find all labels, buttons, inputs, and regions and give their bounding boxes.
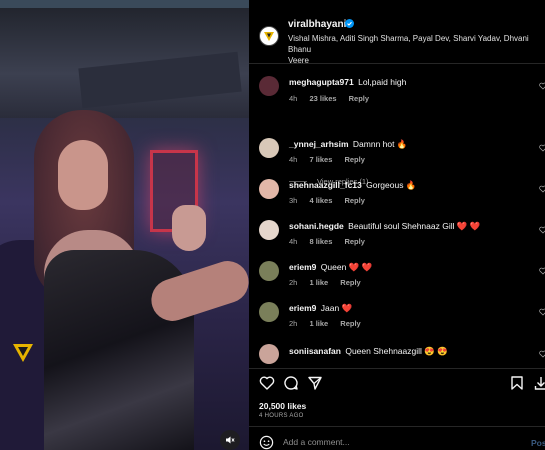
comment-text: Queen ❤️ ❤️	[320, 262, 373, 272]
post-actions: 20,500 likes 4 HOURS AGO	[249, 368, 545, 419]
comment-likes[interactable]: 1 like	[309, 278, 328, 287]
comment-item: _ynnej_arhsim Damnn hot 🔥 4h 7 likes Rep…	[249, 136, 545, 176]
comment-body: sohani.hegde Beautiful soul Shehnaaz Gil…	[289, 221, 480, 232]
share-icon[interactable]	[307, 375, 323, 391]
reply-button[interactable]: Reply	[344, 155, 364, 164]
comment-input[interactable]	[283, 437, 513, 447]
comment-item: eriem9 Jaan ❤️ 2h 1 like Reply	[249, 300, 545, 340]
comment-username[interactable]: meghagupta971	[289, 77, 354, 87]
reply-button[interactable]: Reply	[340, 319, 360, 328]
add-comment-bar: Pos	[249, 426, 545, 450]
mute-icon	[226, 436, 235, 444]
comment-body: shehnaazgill_fc13 Gorgeous 🔥	[289, 180, 416, 191]
comment-time: 4h	[289, 237, 298, 246]
comment-likes[interactable]: 1 like	[309, 319, 328, 328]
comment-text: Beautiful soul Shehnaaz Gill ❤️ ❤️	[348, 221, 481, 231]
comment-avatar[interactable]	[259, 138, 279, 158]
comment-avatar[interactable]	[259, 179, 279, 199]
comment-like-heart-icon[interactable]	[539, 350, 545, 358]
comment-body: eriem9 Jaan ❤️	[289, 303, 352, 314]
comment-meta: 4h 8 likes Reply	[289, 237, 375, 246]
comment-meta: 4h 7 likes Reply	[289, 155, 375, 164]
author-username[interactable]: viralbhayani	[288, 19, 346, 30]
watermark-logo	[13, 344, 33, 362]
comment-meta: 4h 23 likes Reply	[289, 94, 379, 103]
emoji-icon[interactable]	[259, 435, 274, 450]
heart-icon[interactable]	[259, 375, 275, 391]
post-timestamp: 4 HOURS AGO	[259, 413, 304, 419]
comment-avatar[interactable]	[259, 261, 279, 281]
author-avatar[interactable]	[259, 26, 279, 46]
comments-list[interactable]: meghagupta971 Lol,paid high 4h 23 likes …	[249, 64, 545, 368]
comment-like-heart-icon[interactable]	[539, 308, 545, 316]
comment-item: shehnaazgill_fc13 Gorgeous 🔥 3h 4 likes …	[249, 177, 545, 217]
comment-body: eriem9 Queen ❤️ ❤️	[289, 262, 372, 273]
comment-likes[interactable]: 7 likes	[309, 155, 332, 164]
comment-like-heart-icon[interactable]	[539, 226, 545, 234]
comment-avatar[interactable]	[259, 220, 279, 240]
comment-meta: 3h 4 likes Reply	[289, 196, 375, 205]
comment-like-heart-icon[interactable]	[539, 144, 545, 152]
comment-avatar[interactable]	[259, 344, 279, 364]
comment-username[interactable]: shehnaazgill_fc13	[289, 180, 362, 190]
comment-time: 3h	[289, 196, 298, 205]
author-logo-icon	[264, 32, 274, 41]
likes-count[interactable]: 20,500 likes	[259, 401, 306, 411]
comment-time: 4h	[289, 155, 298, 164]
video-top-strip	[0, 0, 249, 8]
post-comment-button[interactable]: Pos	[531, 438, 545, 448]
comment-username[interactable]: sohani.hegde	[289, 221, 344, 231]
comment-likes[interactable]: 4 likes	[309, 196, 332, 205]
comment-item: eriem9 Queen ❤️ ❤️ 2h 1 like Reply	[249, 259, 545, 299]
comment-avatar[interactable]	[259, 302, 279, 322]
mute-button[interactable]	[220, 430, 240, 450]
reply-button[interactable]: Reply	[344, 196, 364, 205]
comment-text: Damnn hot 🔥	[352, 139, 408, 149]
comment-username[interactable]: eriem9	[289, 262, 316, 272]
comment-username[interactable]: _ynnej_arhsim	[289, 139, 349, 149]
comment-time: 4h	[289, 94, 298, 103]
reply-button[interactable]: Reply	[349, 94, 369, 103]
comment-time: 2h	[289, 319, 298, 328]
comment-meta: 2h 1 like Reply	[289, 278, 371, 287]
comment-body: _ynnej_arhsim Damnn hot 🔥	[289, 139, 407, 150]
reply-button[interactable]: Reply	[340, 278, 360, 287]
video-raised-hand	[172, 205, 206, 251]
comment-text: Jaan ❤️	[320, 303, 353, 313]
comment-like-heart-icon[interactable]	[539, 185, 545, 193]
bookmark-icon[interactable]	[509, 375, 525, 391]
comment-like-heart-icon[interactable]	[539, 82, 545, 90]
caption-line-1: Vishal Mishra, Aditi Singh Sharma, Payal…	[288, 34, 529, 54]
comment-icon[interactable]	[283, 375, 299, 391]
comment-meta: 2h 1 like Reply	[289, 319, 371, 328]
download-icon[interactable]	[533, 375, 545, 391]
comment-like-heart-icon[interactable]	[539, 267, 545, 275]
comment-username[interactable]: eriem9	[289, 303, 316, 313]
comment-text: Queen Shehnaazgill 😍 😍	[345, 346, 448, 356]
comment-text: Gorgeous 🔥	[366, 180, 417, 190]
comment-text: Lol,paid high	[358, 77, 407, 87]
video-face	[58, 140, 108, 210]
comment-likes[interactable]: 8 likes	[309, 237, 332, 246]
comment-time: 2h	[289, 278, 298, 287]
verified-icon	[345, 19, 354, 28]
comment-avatar[interactable]	[259, 76, 279, 96]
comment-item: meghagupta971 Lol,paid high 4h 23 likes …	[249, 74, 545, 114]
post-video[interactable]	[0, 0, 249, 450]
post-details-panel: viralbhayani Vishal Mishra, Aditi Singh …	[249, 0, 545, 450]
post-caption: Vishal Mishra, Aditi Singh Sharma, Payal…	[288, 33, 540, 66]
comment-likes[interactable]: 23 likes	[309, 94, 336, 103]
comment-body: soniisanafan Queen Shehnaazgill 😍 😍	[289, 346, 448, 357]
comment-username[interactable]: soniisanafan	[289, 346, 341, 356]
comment-body: meghagupta971 Lol,paid high	[289, 77, 406, 87]
comment-item: soniisanafan Queen Shehnaazgill 😍 😍	[249, 342, 545, 368]
post-header: viralbhayani Vishal Mishra, Aditi Singh …	[249, 0, 545, 66]
reply-button[interactable]: Reply	[344, 237, 364, 246]
comment-item: sohani.hegde Beautiful soul Shehnaaz Gil…	[249, 218, 545, 258]
